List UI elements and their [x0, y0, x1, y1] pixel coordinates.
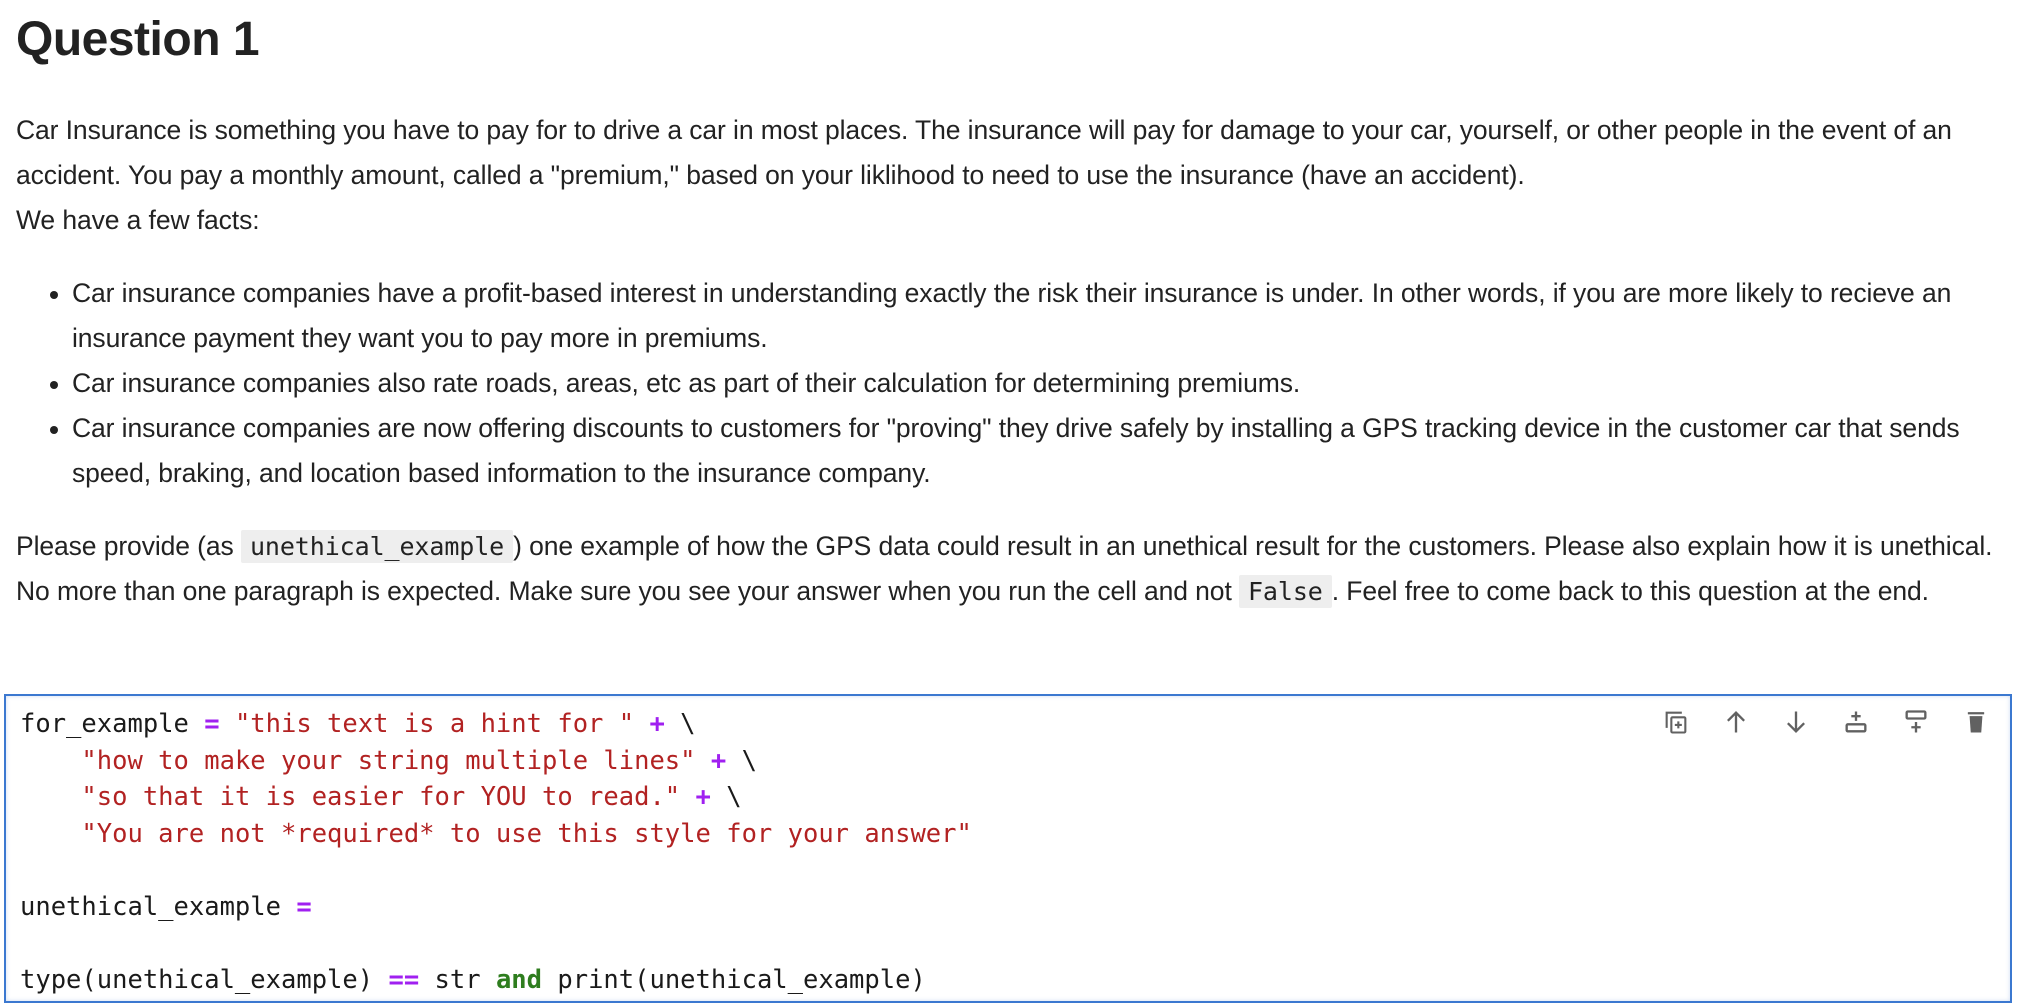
fact-item: Car insurance companies also rate roads,… [50, 361, 2002, 406]
facts-lead-in: We have a few facts: [16, 205, 260, 235]
intro-text: Car Insurance is something you have to p… [16, 115, 1952, 190]
instructions-paragraph: Please provide (as unethical_example) on… [16, 524, 2006, 614]
cell-toolbar [1662, 708, 1990, 736]
insert-above-icon [1842, 708, 1870, 736]
code-token: unethical_example [20, 891, 297, 922]
keyword-token: and [495, 965, 543, 996]
string-token: "You are not *required* to use this styl… [81, 818, 972, 849]
insert-below-icon [1902, 708, 1930, 736]
inline-code-false: False [1238, 575, 1332, 608]
code-line[interactable] [20, 926, 972, 963]
duplicate-icon [1662, 708, 1690, 736]
delete-cell-button[interactable] [1962, 708, 1990, 736]
code-token: print(unethical_example) [542, 965, 926, 996]
question-title: Question 1 [16, 13, 260, 66]
move-up-button[interactable] [1722, 708, 1750, 736]
code-token: \ [664, 709, 696, 739]
code-token: type(unethical_example) [20, 965, 389, 996]
code-token: \ [726, 745, 757, 776]
instructions-text: Please provide (as [16, 531, 241, 561]
code-line[interactable]: unethical_example = [20, 889, 972, 926]
fact-item: Car insurance companies have a profit-ba… [50, 271, 2002, 361]
inline-code-variable: unethical_example [240, 530, 514, 563]
insert-below-button[interactable] [1902, 708, 1930, 736]
code-token: \ [710, 782, 742, 813]
code-editor[interactable]: for_example = "this text is a hint for "… [20, 706, 972, 999]
arrow-up-icon [1722, 708, 1750, 736]
operator-token: + [695, 782, 711, 813]
code-line[interactable]: "so that it is easier for YOU to read." … [20, 779, 972, 816]
operator-token: + [649, 709, 665, 739]
operator-token: = [296, 891, 312, 922]
code-token: for_example [20, 709, 205, 739]
code-line[interactable] [20, 852, 972, 889]
facts-list: Car insurance companies have a profit-ba… [16, 271, 2002, 496]
trash-icon [1962, 708, 1990, 736]
fact-item: Car insurance companies are now offering… [50, 406, 2002, 496]
code-token: str [419, 965, 496, 996]
string-token: "so that it is easier for YOU to read." [81, 782, 681, 813]
intro-paragraph: Car Insurance is something you have to p… [16, 108, 2006, 243]
operator-token: = [204, 709, 220, 739]
operator-token: + [710, 745, 727, 776]
operator-token: == [388, 965, 420, 996]
instructions-text: . Feel free to come back to this questio… [1331, 576, 1929, 606]
code-line[interactable]: "how to make your string multiple lines"… [20, 743, 972, 780]
move-down-button[interactable] [1782, 708, 1810, 736]
code-line[interactable]: for_example = "this text is a hint for "… [20, 706, 972, 743]
code-line[interactable]: type(unethical_example) == str and print… [20, 962, 972, 999]
string-token: "this text is a hint for " [219, 709, 635, 739]
duplicate-cell-button[interactable] [1662, 708, 1690, 736]
string-token: "how to make your string multiple lines" [81, 745, 696, 776]
code-cell[interactable]: for_example = "this text is a hint for "… [4, 694, 2012, 1003]
code-line[interactable]: "You are not *required* to use this styl… [20, 816, 972, 853]
insert-above-button[interactable] [1842, 708, 1870, 736]
arrow-down-icon [1782, 708, 1810, 736]
